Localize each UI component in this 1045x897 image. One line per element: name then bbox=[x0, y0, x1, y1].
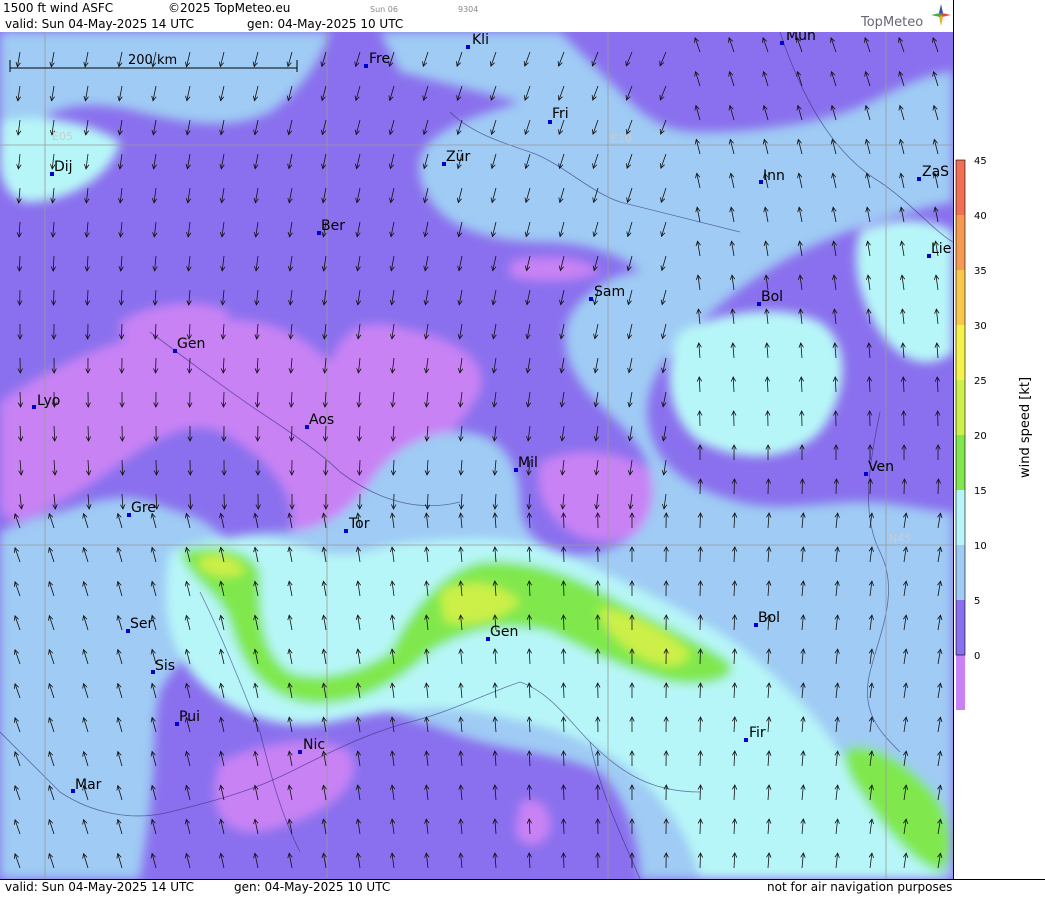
city-label-gre: Gre bbox=[131, 500, 156, 516]
valid-time: valid: Sun 04-May-2025 14 UTC bbox=[5, 17, 194, 31]
generated-time: gen: 04-May-2025 10 UTC bbox=[247, 17, 403, 31]
grid-label-e05: E05 bbox=[52, 130, 73, 143]
day-mark: Sun 06 bbox=[370, 3, 398, 17]
legend-band bbox=[956, 215, 965, 270]
city-label-sis: Sis bbox=[155, 658, 175, 674]
legend-tick-0: 0 bbox=[974, 651, 980, 662]
copyright: ©2025 TopMeteo.eu bbox=[168, 1, 290, 15]
topmeteo-logo: TopMeteo bbox=[861, 4, 951, 30]
legend-band bbox=[956, 490, 965, 545]
city-label-ven: Ven bbox=[868, 459, 894, 475]
city-dot bbox=[298, 750, 302, 754]
grid-label-e10: E10 bbox=[611, 132, 632, 145]
legend-band bbox=[956, 655, 965, 710]
city-label-ber: Ber bbox=[321, 218, 345, 234]
legend-band bbox=[956, 270, 965, 325]
city-dot bbox=[364, 64, 368, 68]
footer-generated-time: gen: 04-May-2025 10 UTC bbox=[234, 880, 390, 894]
legend-tick-25: 25 bbox=[974, 376, 987, 387]
footer: valid: Sun 04-May-2025 14 UTC gen: 04-Ma… bbox=[0, 879, 1045, 894]
city-label-sam: Sam bbox=[594, 284, 625, 300]
city-label-kli: Kli bbox=[472, 32, 489, 48]
wind-map-canvas: 200 km E05 E10 N45 Kli Mün Fre Fri Dij Z… bbox=[0, 32, 953, 879]
city-label-lie: Lie bbox=[931, 241, 951, 257]
legend-band bbox=[956, 325, 965, 380]
city-label-nic: Nic bbox=[303, 737, 325, 753]
city-label-fre: Fre bbox=[369, 51, 390, 67]
product-title: 1500 ft wind ASFC bbox=[3, 1, 113, 15]
legend-band bbox=[956, 545, 965, 600]
city-label-fri: Fri bbox=[552, 106, 569, 122]
legend-tick-15: 15 bbox=[974, 486, 987, 497]
grid-label-n45: N45 bbox=[889, 532, 911, 545]
city-label-zur: Zür bbox=[446, 149, 470, 165]
header: 1500 ft wind ASFC ©2025 TopMeteo.eu Sun … bbox=[0, 0, 953, 32]
compass-star-icon bbox=[931, 4, 951, 26]
legend-tick-20: 20 bbox=[974, 431, 987, 442]
city-label-gen-south: Gen bbox=[490, 624, 518, 640]
city-label-mun: Mün bbox=[786, 32, 816, 44]
legend-band bbox=[956, 160, 965, 215]
city-label-mar: Mar bbox=[75, 777, 102, 793]
city-label-pui: Pui bbox=[179, 709, 200, 725]
legend-tick-30: 30 bbox=[974, 321, 987, 332]
city-label-lyo: Lyo bbox=[37, 393, 60, 409]
city-dot bbox=[917, 177, 921, 181]
legend-panel: 45 40 35 30 25 20 15 10 5 0 wind speed [… bbox=[953, 0, 1045, 893]
city-label-inn: Inn bbox=[763, 168, 785, 184]
footer-disclaimer: not for air navigation purposes bbox=[767, 880, 952, 894]
legend-ticks: 45 40 35 30 25 20 15 10 5 0 bbox=[974, 156, 987, 662]
city-dot bbox=[780, 41, 784, 45]
wind-zone-fresh bbox=[670, 311, 843, 456]
footer-valid-time: valid: Sun 04-May-2025 14 UTC bbox=[5, 880, 194, 894]
wind-speed-legend: 45 40 35 30 25 20 15 10 5 0 wind speed [… bbox=[954, 0, 1045, 893]
city-dot bbox=[466, 45, 470, 49]
logo-text: TopMeteo bbox=[861, 15, 923, 30]
city-label-zas: ZaS bbox=[922, 164, 949, 180]
city-dot bbox=[589, 297, 593, 301]
scale-bar-label: 200 km bbox=[128, 53, 177, 68]
city-label-bol-north: Bol bbox=[761, 289, 783, 305]
legend-band bbox=[956, 380, 965, 435]
city-dot bbox=[744, 738, 748, 742]
city-label-gen-north: Gen bbox=[177, 336, 205, 352]
city-label-bol-south: Bol bbox=[758, 610, 780, 626]
legend-title: wind speed [kt] bbox=[1018, 377, 1033, 478]
city-label-fir: Fir bbox=[749, 725, 766, 741]
legend-tick-10: 10 bbox=[974, 541, 987, 552]
legend-tick-5: 5 bbox=[974, 596, 980, 607]
code-mark: 9304 bbox=[458, 3, 478, 17]
legend-tick-40: 40 bbox=[974, 211, 987, 222]
city-dot bbox=[32, 405, 36, 409]
legend-band bbox=[956, 435, 965, 490]
city-label-aos: Aos bbox=[309, 412, 334, 428]
city-label-ser: Ser bbox=[130, 616, 154, 632]
legend-color-bands bbox=[956, 160, 965, 710]
city-dot bbox=[344, 529, 348, 533]
legend-band bbox=[956, 600, 965, 655]
city-label-tor: Tor bbox=[348, 516, 370, 532]
legend-tick-35: 35 bbox=[974, 266, 987, 277]
city-label-dij: Dij bbox=[54, 159, 73, 175]
legend-tick-45: 45 bbox=[974, 156, 987, 167]
city-label-mil: Mil bbox=[518, 455, 538, 471]
wind-map: 200 km E05 E10 N45 Kli Mün Fre Fri Dij Z… bbox=[0, 32, 953, 879]
